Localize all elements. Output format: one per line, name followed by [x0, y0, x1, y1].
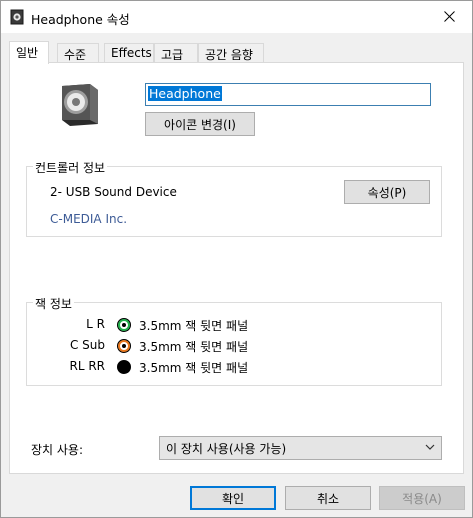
tab-advanced[interactable]: 고급 — [154, 43, 198, 63]
jack-description: 3.5mm 잭 뒷면 패널 — [139, 361, 249, 375]
jack-color-icon — [117, 318, 131, 332]
speaker-icon — [10, 9, 24, 25]
speaker-device-icon — [62, 84, 98, 126]
tab-levels[interactable]: 수준 — [57, 43, 99, 63]
jack-channel-label: L R — [86, 317, 105, 331]
controller-info-label: 컨트롤러 정보 — [33, 159, 108, 176]
device-usage-label: 장치 사용: — [31, 443, 84, 457]
properties-button[interactable]: 속성(P) — [344, 180, 430, 204]
jack-row: L R 3.5mm 잭 뒷면 패널 — [27, 315, 427, 335]
device-usage-select[interactable]: 이 장치 사용(사용 가능) — [159, 436, 442, 460]
controller-device-name: 2- USB Sound Device — [50, 185, 177, 199]
jack-color-icon — [117, 339, 131, 353]
properties-dialog: Headphone 속성 일반 수준 Effects 고급 공간 음향 Head… — [0, 0, 473, 518]
jack-color-icon — [117, 360, 131, 374]
jack-info-label: 잭 정보 — [33, 295, 74, 312]
jack-channel-label: RL RR — [69, 359, 105, 373]
window-title: Headphone 속성 — [31, 12, 130, 27]
cancel-button[interactable]: 취소 — [285, 486, 371, 510]
tab-effects[interactable]: Effects — [104, 43, 154, 63]
jack-row: RL RR 3.5mm 잭 뒷면 패널 — [27, 357, 427, 377]
jack-description: 3.5mm 잭 뒷면 패널 — [139, 319, 249, 333]
device-usage-value: 이 장치 사용(사용 가능) — [166, 442, 287, 456]
close-icon — [443, 11, 455, 22]
close-button[interactable] — [426, 1, 472, 32]
device-name-input[interactable]: Headphone — [145, 83, 431, 106]
apply-button[interactable]: 적용(A) — [379, 486, 465, 510]
jack-row: C Sub 3.5mm 잭 뒷면 패널 — [27, 336, 427, 356]
jack-channel-label: C Sub — [69, 338, 105, 352]
general-tab-panel: Headphone 아이콘 변경(I) 컨트롤러 정보 2- USB Sound… — [9, 62, 464, 474]
chevron-down-icon — [425, 444, 435, 450]
tab-strip: 일반 수준 Effects 고급 공간 음향 — [9, 41, 464, 64]
jack-description: 3.5mm 잭 뒷면 패널 — [139, 340, 249, 354]
controller-vendor: C-MEDIA Inc. — [50, 212, 128, 226]
title-bar: Headphone 속성 — [1, 1, 472, 33]
device-name-text: Headphone — [148, 86, 222, 101]
controller-info-group: 컨트롤러 정보 2- USB Sound Device C-MEDIA Inc.… — [26, 159, 442, 237]
ok-button[interactable]: 확인 — [190, 486, 276, 510]
jack-info-group: 잭 정보 L R 3.5mm 잭 뒷면 패널 C Sub 3.5mm 잭 뒷면 … — [26, 295, 442, 386]
change-icon-button[interactable]: 아이콘 변경(I) — [145, 112, 255, 136]
tab-spatial-sound[interactable]: 공간 음향 — [198, 43, 264, 63]
tab-general[interactable]: 일반 — [9, 41, 49, 64]
